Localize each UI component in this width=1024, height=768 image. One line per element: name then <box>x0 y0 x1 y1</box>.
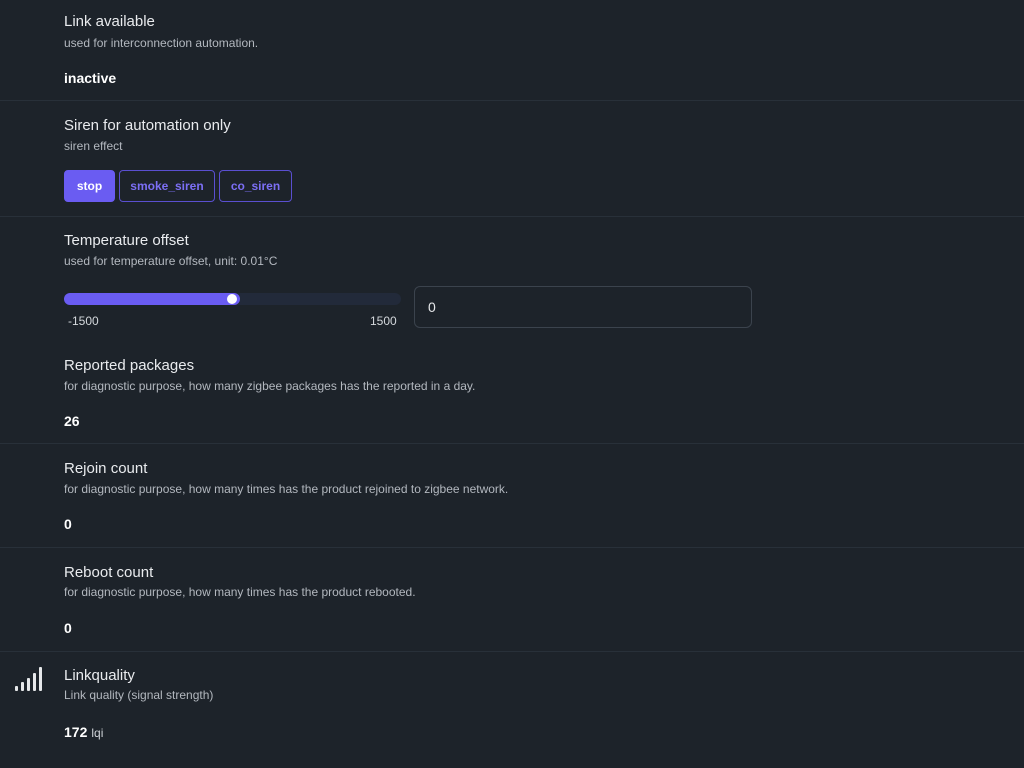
slider-max-label: 1500 <box>370 314 397 328</box>
linkquality-description: Link quality (signal strength) <box>64 688 214 702</box>
signal-strength-icon <box>15 667 42 691</box>
link-available-row: Link available used for interconnection … <box>0 0 1024 101</box>
slider-fill <box>64 293 240 305</box>
reboot-count-value: 0 <box>64 620 72 636</box>
reported-packages-value: 26 <box>64 413 80 429</box>
rejoin-count-row: Rejoin count for diagnostic purpose, how… <box>0 444 1024 548</box>
siren-description: siren effect <box>64 139 123 153</box>
reboot-count-title: Reboot count <box>64 564 154 581</box>
rejoin-count-value: 0 <box>64 516 72 532</box>
reported-packages-description: for diagnostic purpose, how many zigbee … <box>64 379 476 393</box>
linkquality-value-container: 172 lqi <box>64 724 103 740</box>
reboot-count-description: for diagnostic purpose, how many times h… <box>64 585 416 599</box>
siren-option-co-siren-button[interactable]: co_siren <box>219 170 292 202</box>
slider-min-label: -1500 <box>68 314 99 328</box>
linkquality-title: Linkquality <box>64 667 135 684</box>
reboot-count-row: Reboot count for diagnostic purpose, how… <box>0 548 1024 652</box>
siren-option-smoke-siren-button[interactable]: smoke_siren <box>119 170 215 202</box>
linkquality-unit: lqi <box>91 726 104 740</box>
rejoin-count-title: Rejoin count <box>64 460 148 477</box>
reported-packages-row: Reported packages for diagnostic purpose… <box>0 340 1024 444</box>
link-available-value: inactive <box>64 70 117 86</box>
device-exposes-panel: Link available used for interconnection … <box>0 0 1024 768</box>
temperature-offset-slider[interactable] <box>64 293 401 305</box>
linkquality-value: 172 <box>64 724 88 740</box>
temperature-offset-title: Temperature offset <box>64 232 189 249</box>
linkquality-row: Linkquality Link quality (signal strengt… <box>0 652 1024 768</box>
slider-thumb[interactable] <box>227 294 237 304</box>
temperature-offset-description: used for temperature offset, unit: 0.01°… <box>64 254 278 268</box>
reported-packages-title: Reported packages <box>64 357 195 374</box>
rejoin-count-description: for diagnostic purpose, how many times h… <box>64 482 509 496</box>
siren-title: Siren for automation only <box>64 117 231 134</box>
siren-option-stop-button[interactable]: stop <box>64 170 115 202</box>
link-available-description: used for interconnection automation. <box>64 36 259 50</box>
link-available-title: Link available <box>64 13 155 30</box>
temperature-offset-input[interactable] <box>414 286 752 328</box>
